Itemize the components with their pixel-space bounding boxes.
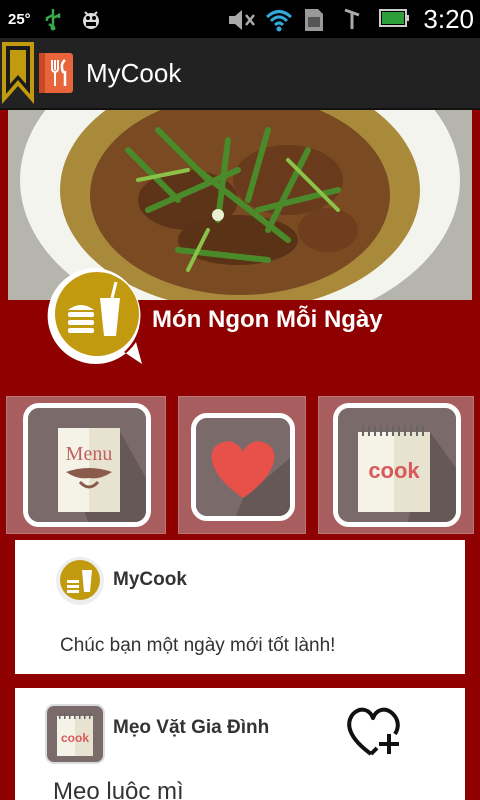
post-card[interactable]: cook Mẹo Vặt Gia Đình Mẹo luộc mì — [15, 688, 465, 800]
signal-icon — [341, 7, 365, 31]
menu-tile-label: Menu — [66, 443, 113, 465]
post-author: MyCook — [113, 569, 187, 590]
mycook-avatar-icon — [55, 556, 105, 606]
battery-icon — [379, 7, 410, 31]
menu-icon: Menu — [23, 403, 151, 527]
heart-icon — [191, 413, 295, 521]
volume-muted-icon — [227, 7, 256, 31]
cook-avatar-label: cook — [61, 731, 89, 745]
post-text: Chúc bạn một ngày mới tốt lành! — [60, 635, 336, 656]
status-bar: 25° 3:20 — [0, 0, 480, 38]
temperature-readout: 25° — [8, 10, 31, 28]
cook-notebook-avatar-icon: cook — [45, 704, 105, 764]
menu-tile[interactable]: Menu — [6, 396, 166, 534]
favorites-tile[interactable] — [178, 396, 306, 534]
post-text: Mẹo luộc mì — [53, 778, 184, 800]
usb-icon — [43, 7, 67, 31]
action-bar: MyCook — [0, 38, 480, 110]
food-badge-icon — [44, 264, 150, 370]
app-title: MyCook — [86, 58, 182, 88]
post-card[interactable]: MyCook Chúc bạn một ngày mới tốt lành! — [15, 540, 465, 674]
app-logo-icon — [38, 52, 76, 94]
cook-recipes-tile[interactable]: cook — [318, 396, 474, 534]
add-favorite-icon[interactable] — [343, 702, 405, 760]
cook-tile-label: cook — [368, 458, 420, 483]
cook-notebook-icon: cook — [333, 403, 461, 527]
clock: 3:20 — [423, 3, 474, 34]
wifi-icon — [265, 7, 293, 32]
hero-title: Món Ngon Mỗi Ngày — [152, 306, 383, 333]
android-debug-icon — [79, 7, 103, 31]
sim-card-icon — [303, 7, 327, 31]
post-author: Mẹo Vặt Gia Đình — [113, 717, 270, 738]
navigation-drawer-icon[interactable] — [0, 42, 36, 104]
